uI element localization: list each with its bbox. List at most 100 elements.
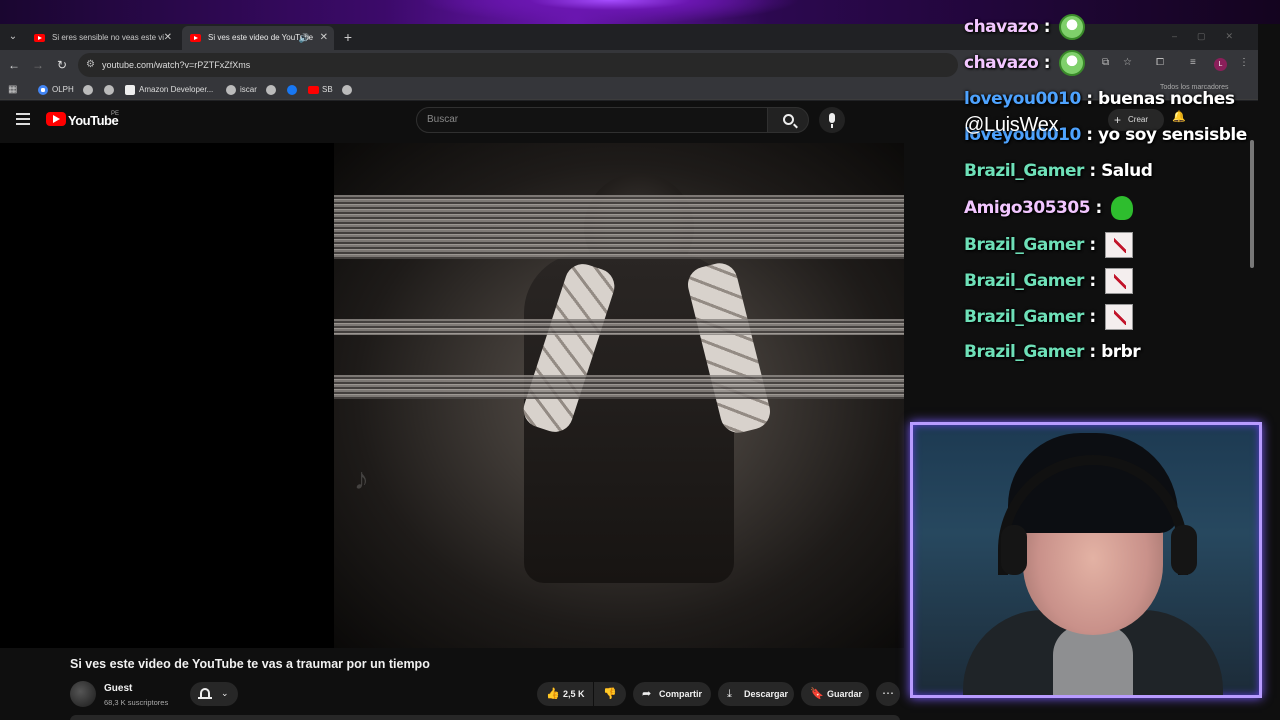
search-input[interactable]: Buscar xyxy=(416,107,768,133)
bookmark-icon: 🔖 xyxy=(810,688,824,700)
sticker-emote-icon xyxy=(1105,232,1134,258)
subscription-bell-button[interactable]: ⌄ xyxy=(190,682,238,706)
voice-search-button[interactable] xyxy=(819,107,845,133)
bookmark-globe[interactable] xyxy=(342,83,356,97)
tab-title: Si eres sensible no veas este vi xyxy=(52,33,165,42)
chat-username: loveyou0010 xyxy=(964,89,1081,109)
chat-message: Brazil_Gamer : xyxy=(964,268,1134,294)
chat-message: loveyou0010 : buenas noches xyxy=(964,89,1235,109)
bookmark-globe[interactable] xyxy=(266,83,280,97)
thumbs-up-icon: 👍 xyxy=(546,688,560,700)
bookmark-iscar[interactable]: iscar xyxy=(226,83,257,97)
chat-message: Brazil_Gamer : xyxy=(964,232,1134,258)
tab-search-icon[interactable]: ⌄ xyxy=(4,29,22,45)
url-field[interactable]: ⚙ youtube.com/watch?v=rPZTFxZfXms xyxy=(78,53,958,77)
chat-text: brbr xyxy=(1101,342,1141,362)
channel-name[interactable]: Guest xyxy=(104,683,132,694)
video-title: Si ves este video de YouTube te vas a tr… xyxy=(70,657,430,671)
menu-icon[interactable] xyxy=(16,113,30,125)
video-player[interactable]: ♪ xyxy=(0,143,904,648)
chat-text: Salud xyxy=(1101,161,1153,181)
search-icon xyxy=(783,114,794,125)
globe-icon xyxy=(104,85,114,95)
globe-icon xyxy=(266,85,276,95)
search-button[interactable] xyxy=(767,107,809,133)
share-icon: ➦ xyxy=(642,688,652,700)
close-icon[interactable]: ✕ xyxy=(320,26,328,50)
media-icon[interactable]: ≡ xyxy=(1190,57,1196,68)
close-icon[interactable]: ✕ xyxy=(164,26,172,50)
description-box[interactable] xyxy=(70,715,900,720)
webcam-overlay xyxy=(910,422,1262,698)
chat-separator: : xyxy=(1083,342,1102,362)
chat-username: Brazil_Gamer xyxy=(964,307,1084,327)
bookmark-facebook[interactable] xyxy=(287,83,301,97)
chat-message: chavazo : xyxy=(964,50,1086,76)
more-actions-button[interactable]: ⋯ xyxy=(876,682,900,706)
glitch-band xyxy=(334,195,904,259)
extensions-icon[interactable]: ⧠ xyxy=(1156,57,1164,68)
chat-username: Brazil_Gamer xyxy=(964,161,1084,181)
scrollbar[interactable] xyxy=(1250,140,1254,268)
youtube-favicon-icon xyxy=(308,86,319,94)
star-icon[interactable]: ☆ xyxy=(1123,57,1132,68)
chat-message: Amigo305305 : xyxy=(964,196,1134,220)
download-button[interactable]: ⤓ Descargar xyxy=(718,682,794,706)
glitch-band xyxy=(334,375,904,399)
youtube-logo-icon[interactable] xyxy=(46,112,66,126)
sticker-emote-icon xyxy=(1105,304,1134,330)
subscriber-count: 68,3 K suscriptores xyxy=(104,698,169,707)
chat-message: chavazo : xyxy=(964,14,1086,40)
screen: ⌄ Si eres sensible no veas este vi ✕ Si … xyxy=(0,0,1280,720)
stream-background xyxy=(0,0,1280,24)
video-frame: ♪ xyxy=(334,143,904,648)
chat-username: Brazil_Gamer xyxy=(964,342,1084,362)
kebab-menu-icon[interactable]: ⋮ xyxy=(1239,57,1249,68)
speaker-icon[interactable]: 🔊 xyxy=(299,26,310,50)
bookmark-globe[interactable] xyxy=(83,83,97,97)
channel-avatar[interactable] xyxy=(70,681,96,707)
tab-title: Si ves este video de YouTube xyxy=(208,33,314,42)
chevron-down-icon: ⌄ xyxy=(221,688,229,698)
tab-2[interactable]: Si ves este video de YouTube 🔊 ✕ xyxy=(182,26,334,50)
new-tab-button[interactable]: + xyxy=(340,28,356,46)
youtube-favicon-icon xyxy=(34,34,45,42)
globe-icon xyxy=(226,85,236,95)
chat-separator: : xyxy=(1080,89,1098,109)
reload-icon[interactable]: ↻ xyxy=(53,56,71,74)
chat-separator: : xyxy=(1083,235,1102,255)
bookmark-sb[interactable]: SB xyxy=(308,83,333,97)
face-emote-icon xyxy=(1059,14,1086,40)
glitch-band xyxy=(334,319,904,335)
chat-username: chavazo xyxy=(964,17,1039,37)
tab-1[interactable]: Si eres sensible no veas este vi ✕ xyxy=(26,26,178,50)
bookmark-olph[interactable]: OLPH xyxy=(38,83,74,97)
microphone-icon xyxy=(829,113,835,128)
google-icon xyxy=(38,85,48,95)
webcam-shirt xyxy=(1053,625,1133,695)
bookmark-amazon[interactable]: Amazon Developer... xyxy=(125,83,213,97)
chat-separator: : xyxy=(1080,125,1098,145)
window-controls[interactable]: –▢✕ xyxy=(1172,31,1253,42)
site-info-icon[interactable]: ⚙ xyxy=(86,59,95,71)
chat-username: Amigo305305 xyxy=(964,198,1091,218)
back-icon[interactable]: ← xyxy=(5,56,23,74)
chat-separator: : xyxy=(1083,307,1102,327)
forward-icon[interactable]: → xyxy=(29,56,47,74)
apps-grid-icon[interactable]: ▦ xyxy=(8,84,17,96)
headset-earcup xyxy=(1171,525,1197,575)
chat-message: Brazil_Gamer : brbr xyxy=(964,342,1141,362)
tiktok-watermark-icon: ♪ xyxy=(354,463,369,496)
install-icon[interactable]: ⧉ xyxy=(1102,57,1109,68)
save-button[interactable]: 🔖 Guardar xyxy=(801,682,869,706)
chat-username: Brazil_Gamer xyxy=(964,235,1084,255)
facebook-icon xyxy=(287,85,297,95)
like-button[interactable]: 👍 2,5 K xyxy=(537,682,593,706)
share-button[interactable]: ➦ Compartir xyxy=(633,682,711,706)
dislike-button[interactable]: 👎 xyxy=(594,682,626,706)
face-emote-icon xyxy=(1059,50,1086,76)
notifications-bell-icon[interactable]: 🔔 xyxy=(1172,110,1186,123)
bookmark-globe[interactable] xyxy=(104,83,118,97)
profile-avatar[interactable]: L xyxy=(1214,58,1227,71)
slime-emote-icon xyxy=(1111,196,1134,220)
